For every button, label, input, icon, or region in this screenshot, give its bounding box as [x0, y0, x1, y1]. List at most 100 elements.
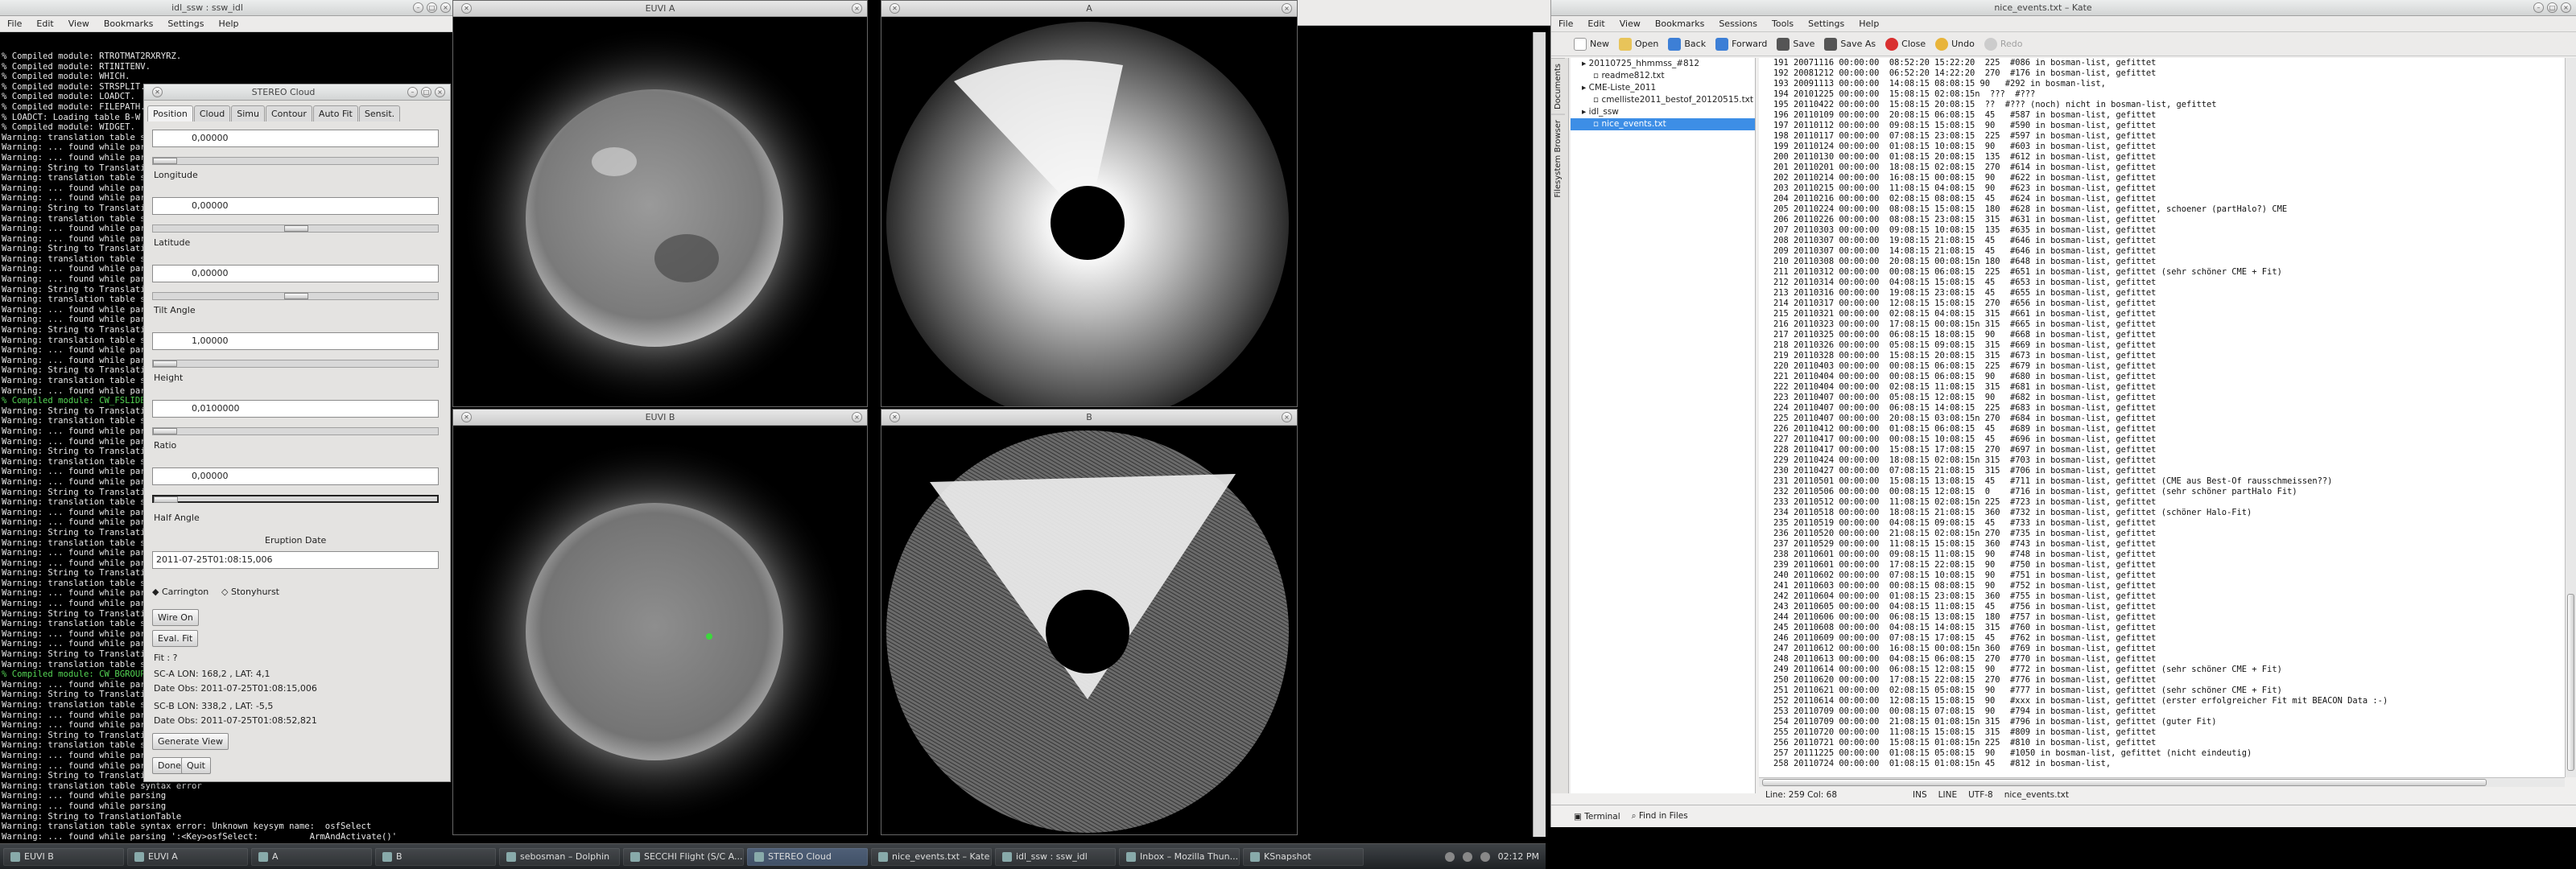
editor-line[interactable]: 214 20110317 00:00:00 12:08:15 15:08:15 … — [1773, 299, 2565, 309]
tree-item[interactable]: ▫ cmelliste2011_bestof_20120515.txt — [1571, 94, 1755, 106]
eval-fit-button[interactable]: Eval. Fit — [152, 630, 199, 647]
close-icon[interactable]: × — [1282, 412, 1292, 422]
editor-line[interactable]: 237 20110529 00:00:00 11:08:15 15:08:15 … — [1773, 539, 2565, 550]
editor-line[interactable]: 253 20110709 00:00:00 00:08:15 07:08:15 … — [1773, 706, 2565, 717]
generate-view-button[interactable]: Generate View — [152, 733, 229, 750]
network-icon[interactable] — [1462, 851, 1472, 862]
minimize-icon[interactable]: – — [2533, 2, 2544, 13]
maximize-icon[interactable]: □ — [421, 87, 431, 97]
menu-settings[interactable]: Settings — [1801, 19, 1852, 29]
scrollbar-thumb[interactable] — [2567, 594, 2574, 771]
stereo-titlebar[interactable]: ✕ STEREO Cloud – □ × — [144, 84, 450, 101]
menu-sessions[interactable]: Sessions — [1711, 19, 1765, 29]
editor-line[interactable]: 252 20110614 00:00:00 12:08:15 15:08:15 … — [1773, 696, 2565, 706]
slider-handle[interactable] — [153, 158, 177, 164]
save-as-button[interactable]: Save As — [1824, 37, 1876, 51]
menu-file[interactable]: File — [0, 19, 29, 29]
editor-line[interactable]: 195 20110422 00:00:00 15:08:15 20:08:15 … — [1773, 100, 2565, 110]
wire-on-button[interactable]: Wire On — [152, 609, 199, 626]
editor-line[interactable]: 203 20110215 00:00:00 11:08:15 04:08:15 … — [1773, 183, 2565, 194]
editor-line[interactable]: 250 20110620 00:00:00 17:08:15 22:08:15 … — [1773, 675, 2565, 686]
taskbar-task[interactable]: A — [251, 847, 372, 866]
editor-line[interactable]: 207 20110303 00:00:00 09:08:15 10:08:15 … — [1773, 225, 2565, 236]
taskbar-task[interactable]: B — [375, 847, 496, 866]
editor-line[interactable]: 242 20110604 00:00:00 01:08:15 23:08:15 … — [1773, 591, 2565, 602]
editor-line[interactable]: 205 20110224 00:00:00 08:08:15 15:08:15 … — [1773, 204, 2565, 215]
tree-item[interactable]: ▸ idl_ssw — [1571, 106, 1755, 118]
editor-line[interactable]: 236 20110520 00:00:00 21:08:15 02:08:15n… — [1773, 529, 2565, 539]
menu-bookmarks[interactable]: Bookmarks — [97, 19, 160, 29]
editor-line[interactable]: 199 20110124 00:00:00 01:08:15 10:08:15 … — [1773, 142, 2565, 152]
editor-line[interactable]: 233 20110512 00:00:00 11:08:15 02:08:15n… — [1773, 497, 2565, 508]
editor-line[interactable]: 246 20110609 00:00:00 07:08:15 17:08:15 … — [1773, 633, 2565, 644]
editor-line[interactable]: 240 20110602 00:00:00 07:08:15 10:08:15 … — [1773, 570, 2565, 581]
editor-horizontal-scrollbar[interactable] — [1759, 777, 2565, 787]
maximize-icon[interactable]: □ — [2547, 2, 2557, 13]
close-icon[interactable]: × — [852, 412, 862, 422]
kate-titlebar[interactable]: nice_events.txt – Kate – □ × — [1551, 0, 2576, 16]
eruption-date-field[interactable]: 2011-07-25T01:08:15,006 — [152, 551, 439, 569]
param-slider-0[interactable] — [152, 157, 439, 165]
close-icon[interactable]: × — [2561, 2, 2571, 13]
radio-stonyhurst[interactable]: ◇ Stonyhurst — [221, 587, 279, 597]
close-icon[interactable]: × — [435, 87, 445, 97]
editor-line[interactable]: 217 20110325 00:00:00 06:08:15 18:08:15 … — [1773, 330, 2565, 340]
menu-tools[interactable]: Tools — [1765, 19, 1801, 29]
editor-line[interactable]: 227 20110417 00:00:00 00:08:15 10:08:15 … — [1773, 434, 2565, 445]
editor-text-area[interactable]: 191 20071116 00:00:00 08:52:20 15:22:20 … — [1759, 58, 2565, 777]
editor-line[interactable]: 228 20110417 00:00:00 15:08:15 17:08:15 … — [1773, 445, 2565, 455]
taskbar-task[interactable]: sebosman – Dolphin — [499, 847, 620, 866]
editor-line[interactable]: 231 20110501 00:00:00 15:08:15 13:08:15 … — [1773, 476, 2565, 487]
taskbar-task[interactable]: Inbox – Mozilla Thun... — [1119, 847, 1240, 866]
euvi-b-window[interactable]: ✕ EUVI B × — [452, 409, 868, 835]
tree-item[interactable]: ▫ nice_events.txt — [1571, 118, 1755, 130]
taskbar-task[interactable]: EUVI B — [3, 847, 124, 866]
editor-line[interactable]: 192 20081212 00:00:00 06:52:20 14:22:20 … — [1773, 68, 2565, 79]
new-button[interactable]: New — [1574, 37, 1609, 51]
editor-line[interactable]: 232 20110506 00:00:00 00:08:15 12:08:15 … — [1773, 487, 2565, 497]
minimize-icon[interactable]: – — [407, 87, 418, 97]
editor-line[interactable]: 197 20110112 00:00:00 09:08:15 15:08:15 … — [1773, 121, 2565, 131]
editor-line[interactable]: 249 20110614 00:00:00 06:08:15 12:08:15 … — [1773, 665, 2565, 675]
editor-line[interactable]: 244 20110606 00:00:00 06:08:15 13:08:15 … — [1773, 612, 2565, 623]
taskbar-task[interactable]: STEREO Cloud — [747, 847, 868, 866]
longitude-slider[interactable] — [152, 224, 439, 233]
taskbar-task[interactable]: SECCHI Flight (S/C A... — [623, 847, 744, 866]
editor-line[interactable]: 216 20110323 00:00:00 17:08:15 00:08:15n… — [1773, 319, 2565, 330]
taskbar-task[interactable]: EUVI A — [127, 847, 248, 866]
editor-line[interactable]: 212 20110314 00:00:00 04:08:15 15:08:15 … — [1773, 278, 2565, 288]
tab-auto-fit[interactable]: Auto Fit — [312, 105, 358, 121]
menu-settings[interactable]: Settings — [160, 19, 211, 29]
editor-line[interactable]: 248 20110613 00:00:00 04:08:15 06:08:15 … — [1773, 654, 2565, 665]
ratio-slider[interactable] — [152, 495, 439, 503]
window-menu-icon[interactable]: ✕ — [461, 412, 472, 422]
tab-simu[interactable]: Simu — [231, 105, 265, 121]
editor-line[interactable]: 213 20110316 00:00:00 19:08:15 23:08:15 … — [1773, 288, 2565, 299]
editor-line[interactable]: 226 20110412 00:00:00 01:08:15 06:08:15 … — [1773, 424, 2565, 434]
latitude-slider[interactable] — [152, 292, 439, 300]
editor-line[interactable]: 202 20110214 00:00:00 16:08:15 00:08:15 … — [1773, 173, 2565, 183]
euvi-a-window[interactable]: ✕ EUVI A × — [452, 0, 868, 407]
menu-edit[interactable]: Edit — [1580, 19, 1612, 29]
tab-documents[interactable]: Documents — [1551, 58, 1565, 115]
editor-line[interactable]: 258 20110724 00:00:00 01:08:15 01:08:15n… — [1773, 759, 2565, 769]
window-menu-icon[interactable]: ✕ — [890, 3, 900, 14]
editor-line[interactable]: 234 20110518 00:00:00 18:08:15 21:08:15 … — [1773, 508, 2565, 518]
editor-line[interactable]: 238 20110601 00:00:00 09:08:15 11:08:15 … — [1773, 550, 2565, 560]
editor-line[interactable]: 196 20110109 00:00:00 20:08:15 06:08:15 … — [1773, 110, 2565, 121]
editor-line[interactable]: 239 20110601 00:00:00 17:08:15 22:08:15 … — [1773, 560, 2565, 570]
quit-button[interactable]: Quit — [181, 757, 211, 774]
editor-line[interactable]: 208 20110307 00:00:00 19:08:15 21:08:15 … — [1773, 236, 2565, 246]
tab-contour[interactable]: Contour — [266, 105, 312, 121]
menu-view[interactable]: View — [1612, 19, 1648, 29]
slider-handle[interactable] — [153, 428, 177, 434]
slider-handle[interactable] — [284, 225, 308, 232]
open-button[interactable]: Open — [1619, 37, 1658, 51]
terminal-titlebar[interactable]: idl_ssw : ssw_idl – □ × — [0, 0, 456, 16]
editor-line[interactable]: 251 20110621 00:00:00 02:08:15 05:08:15 … — [1773, 686, 2565, 696]
tab-filesystem-browser[interactable]: Filesystem Browser — [1551, 114, 1565, 203]
kate-window[interactable]: nice_events.txt – Kate – □ × File Edit V… — [1550, 0, 2576, 827]
editor-line[interactable]: 191 20071116 00:00:00 08:52:20 15:22:20 … — [1773, 58, 2565, 68]
stereo-cloud-dialog[interactable]: ✕ STEREO Cloud – □ × Position Cloud Simu… — [143, 84, 451, 782]
taskbar-task[interactable]: nice_events.txt – Kate — [871, 847, 992, 866]
